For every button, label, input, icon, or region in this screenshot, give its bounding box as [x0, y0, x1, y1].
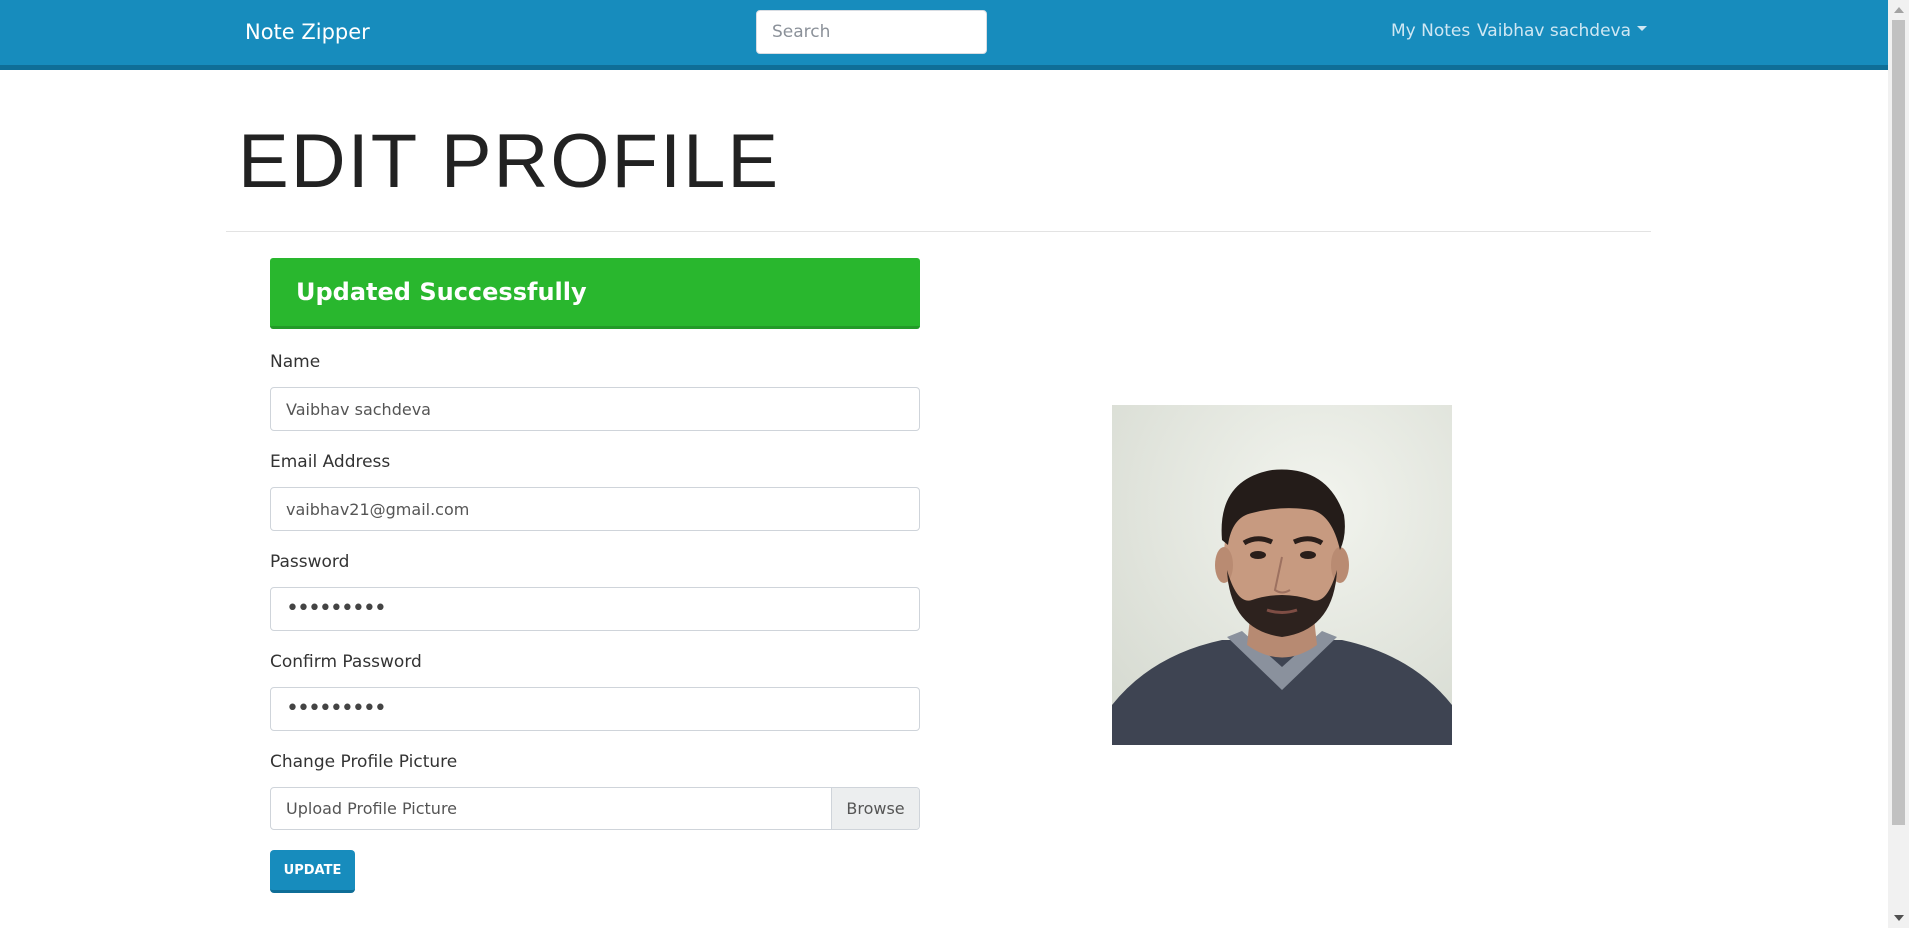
success-alert: Updated Successfully [270, 258, 920, 329]
update-button[interactable]: UPDATE [270, 850, 355, 893]
name-label: Name [270, 352, 321, 372]
email-input[interactable] [270, 487, 920, 531]
email-label: Email Address [270, 452, 391, 472]
user-dropdown-toggle[interactable]: Vaibhav sachdeva [1477, 21, 1648, 41]
scroll-up-arrow-icon[interactable] [1894, 7, 1904, 13]
search-input[interactable] [756, 10, 987, 54]
profile-picture-file-input[interactable]: Upload Profile Picture Browse [270, 787, 920, 830]
password-label: Password [270, 552, 350, 572]
title-divider [226, 231, 1651, 232]
profile-person-illustration [1112, 405, 1452, 745]
top-navbar: Note Zipper My Notes Vaibhav sachdeva [0, 0, 1888, 70]
file-input-placeholder: Upload Profile Picture [286, 799, 458, 818]
page-title: EDIT PROFILE [238, 119, 781, 204]
scrollbar-thumb[interactable] [1892, 20, 1905, 825]
profile-picture-label: Change Profile Picture [270, 752, 458, 772]
confirm-password-input[interactable]: ••••••••• [270, 687, 920, 731]
name-input[interactable] [270, 387, 920, 431]
scroll-down-arrow-icon[interactable] [1894, 915, 1904, 921]
user-name-label: Vaibhav sachdeva [1477, 21, 1632, 41]
success-alert-message: Updated Successfully [296, 278, 587, 306]
profile-picture-image [1112, 405, 1452, 745]
page-scrollbar[interactable] [1888, 0, 1909, 928]
password-input[interactable]: ••••••••• [270, 587, 920, 631]
browse-button[interactable]: Browse [831, 788, 919, 829]
nav-my-notes-link[interactable]: My Notes [1391, 21, 1470, 41]
confirm-password-label: Confirm Password [270, 652, 422, 672]
caret-down-icon [1637, 25, 1648, 31]
brand-logo-link[interactable]: Note Zipper [245, 20, 370, 44]
